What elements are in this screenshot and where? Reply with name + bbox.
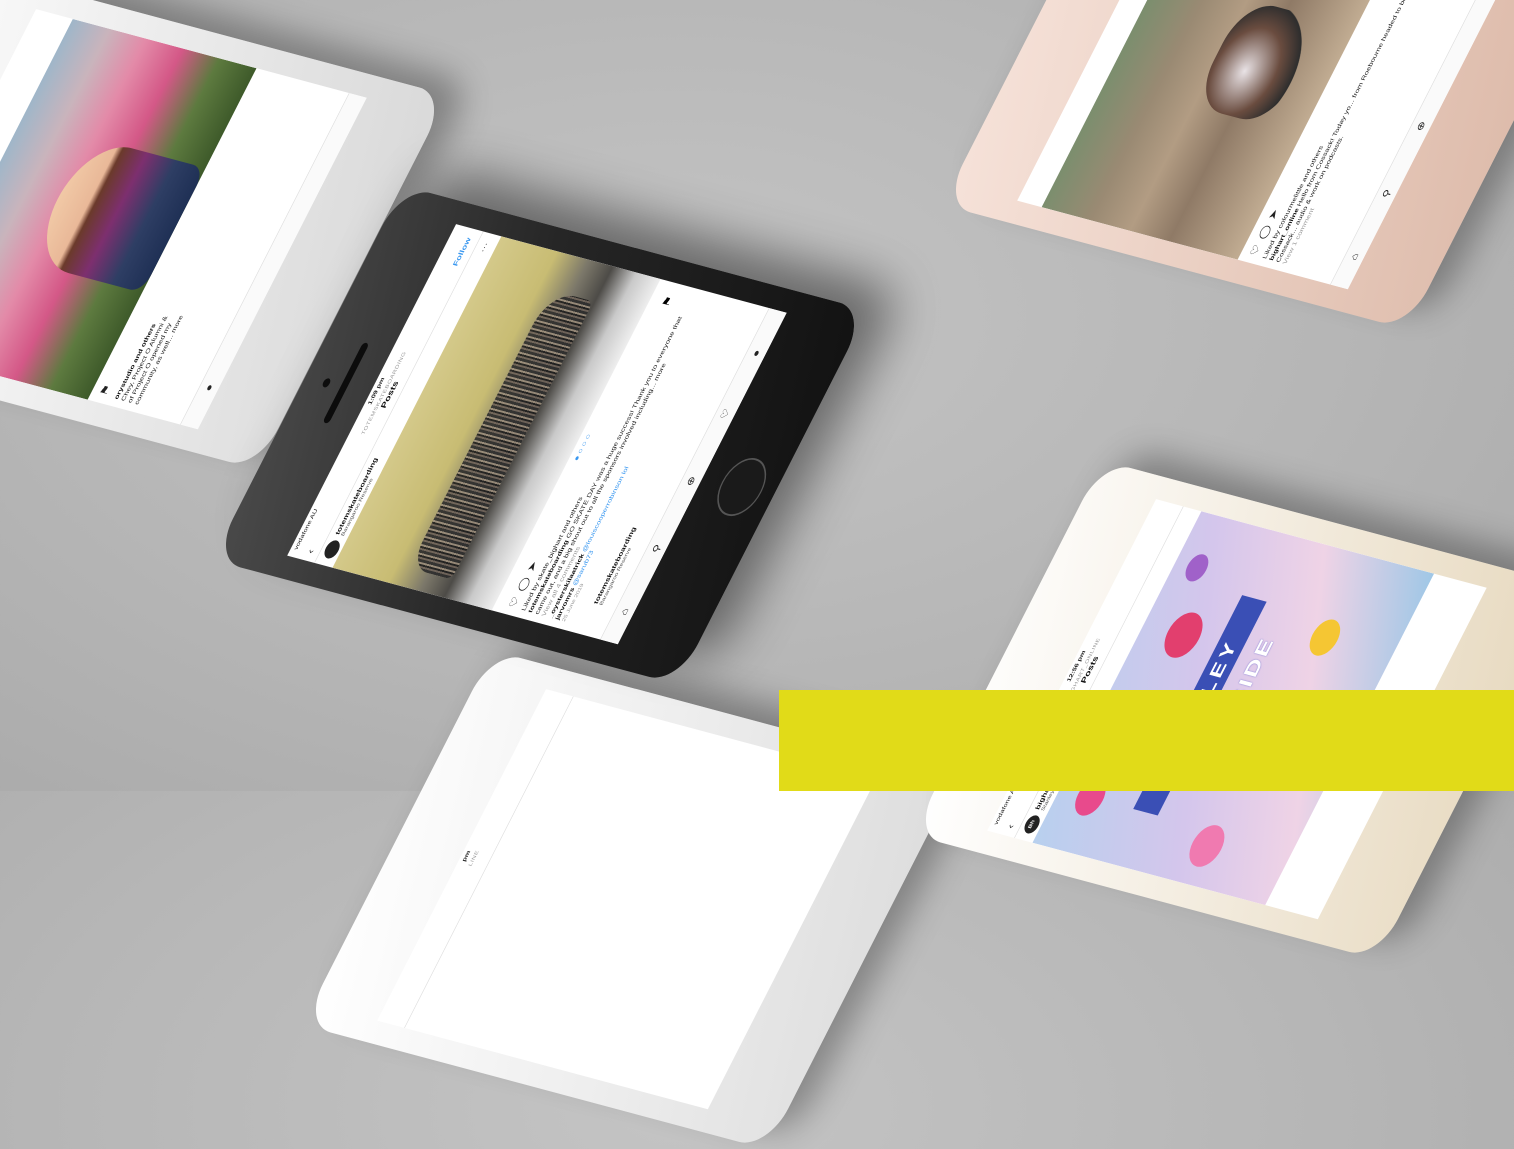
heart-icon[interactable]: ♡	[718, 407, 733, 420]
home-button[interactable]	[707, 453, 776, 521]
home-icon[interactable]: ⌂	[1348, 252, 1361, 261]
profile-avatar-icon[interactable]: ●	[202, 383, 215, 392]
home-icon[interactable]: ⌂	[618, 607, 631, 616]
poster-dot	[1156, 608, 1211, 662]
search-icon[interactable]: ⚲	[1380, 188, 1394, 199]
search-icon[interactable]: ⚲	[650, 543, 664, 554]
bookmark-icon[interactable]: ⚑	[97, 378, 115, 397]
phones-scene: ⚑ orystudio and others Chey, Project O A…	[0, 0, 1514, 1149]
phone-top-right-screen: ♡◯➤ Liked by colourmelittle and others b…	[1017, 0, 1514, 290]
page-header: LINE	[385, 691, 574, 1028]
header-subtitle: LINE	[468, 849, 481, 867]
profile-avatar-icon[interactable]: ●	[750, 348, 763, 357]
yellow-overlay-block	[779, 690, 1514, 791]
poster-dot	[1182, 821, 1232, 871]
tab-bar: ⌂ ⚲ ⊕	[1330, 0, 1514, 290]
status-bar: pm	[377, 689, 554, 1023]
front-camera	[321, 377, 332, 389]
add-icon[interactable]: ⊕	[684, 475, 699, 487]
poster-dot	[1180, 552, 1213, 584]
children-figure	[1190, 0, 1326, 127]
poster-dot	[1303, 616, 1347, 659]
add-icon[interactable]: ⊕	[1414, 120, 1429, 132]
more-icon[interactable]: ···	[478, 242, 490, 254]
phone-top-right: ♡◯➤ Liked by colourmelittle and others b…	[942, 0, 1514, 330]
phone-center-screen: vodafone AU 1:09 pm ‹ TOTEMSKATEBOARDING…	[287, 224, 787, 645]
status-time: pm	[460, 850, 472, 863]
